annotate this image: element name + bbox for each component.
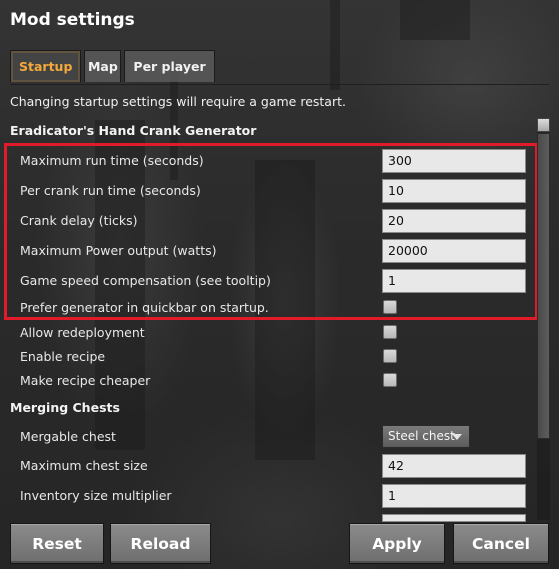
mergable-chest-value: Steel chest [388,429,455,443]
tab-bar: Startup Map Per player [10,50,215,82]
setting-label-inventory-multiplier: Inventory size multiplier [20,488,172,503]
max-chest-size-input[interactable]: 42 [382,454,526,478]
inventory-multiplier-input[interactable]: 1 [382,484,526,508]
highlight-box [4,143,538,320]
section-title-merging-chests: Merging Chests [10,400,120,415]
reset-button[interactable]: Reset [10,523,104,564]
restart-notice: Changing startup settings will require a… [10,94,346,109]
tab-startup[interactable]: Startup [10,50,82,82]
tab-map[interactable]: Map [84,50,122,82]
next-row-input-partial[interactable] [382,514,526,522]
section-title-hand-crank: Eradicator's Hand Crank Generator [10,123,257,138]
setting-label-recipe-cheaper: Make recipe cheaper [20,373,151,388]
setting-label-mergable-chest: Mergable chest [20,429,116,444]
recipe-cheaper-checkbox[interactable] [383,373,397,387]
setting-label-enable-recipe: Enable recipe [20,349,106,364]
window-title: Mod settings [10,10,135,30]
tab-per-player[interactable]: Per player [124,50,215,82]
scrollbar-thumb[interactable] [537,133,550,439]
setting-label-allow-redeployment: Allow redeployment [20,325,145,340]
tab-divider [10,84,549,85]
scrollbar-top-cap[interactable] [537,118,550,132]
mergable-chest-dropdown[interactable]: Steel chest [382,425,470,448]
enable-recipe-checkbox[interactable] [383,349,397,363]
apply-button[interactable]: Apply [349,523,445,564]
reload-button[interactable]: Reload [110,523,211,564]
chevron-down-icon [452,434,462,440]
cancel-button[interactable]: Cancel [453,523,549,564]
setting-label-max-chest-size: Maximum chest size [20,458,148,473]
allow-redeployment-checkbox[interactable] [383,325,397,339]
